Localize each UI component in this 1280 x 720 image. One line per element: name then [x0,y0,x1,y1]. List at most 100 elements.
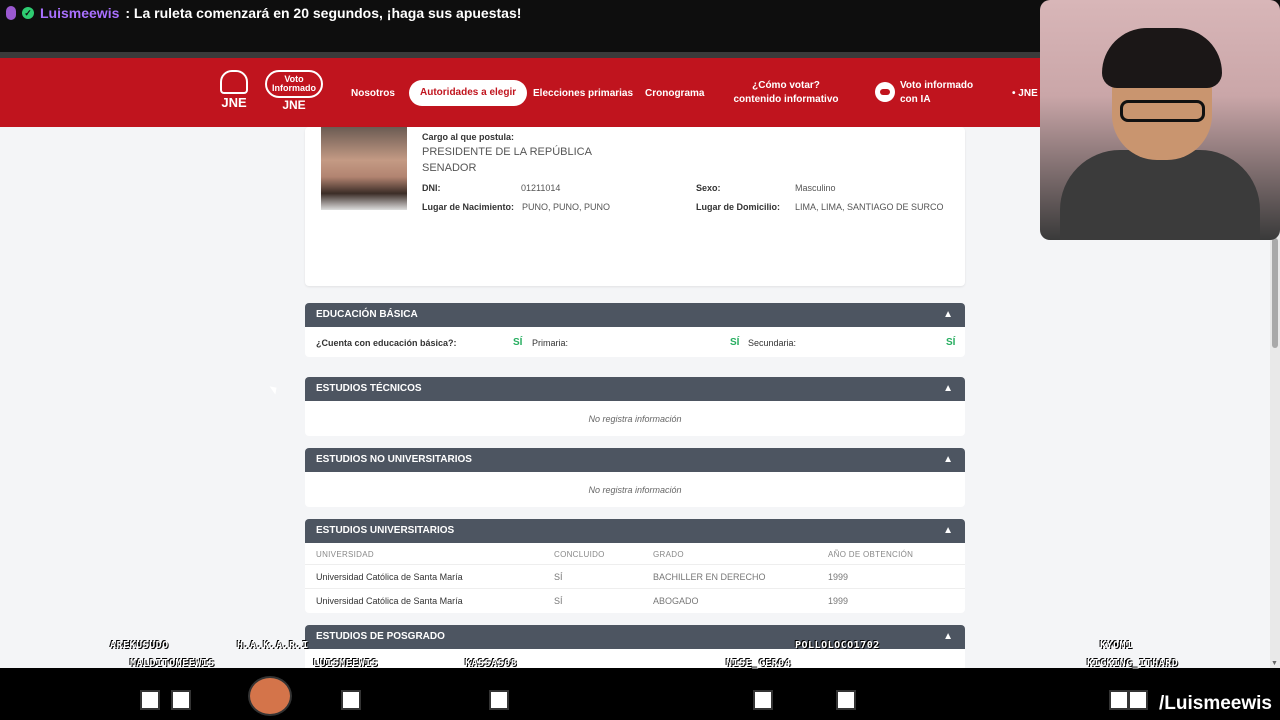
table-cell-universidad: Universidad Católica de Santa María [316,596,463,606]
viewer-avatar [248,676,292,716]
scroll-down-icon[interactable]: ▼ [1271,660,1278,667]
section-estudios-no-universitarios-body: No registra información [305,472,965,507]
table-divider [305,588,965,589]
table-cell-grado: ABOGADO [653,596,699,606]
sexo-label: Sexo: [696,183,721,193]
streamer-webcam [1040,0,1280,240]
table-cell-grado: BACHILLER EN DERECHO [653,572,766,582]
section-estudios-tecnicos-body: No registra información [305,401,965,436]
jne-logo[interactable]: JNE [211,70,257,116]
voto-informado-bubble: Voto Informado [265,70,323,98]
cargo-value-1: PRESIDENTE DE LA REPÚBLICA [422,146,592,158]
chevron-up-icon[interactable]: ▲ [943,625,953,649]
chevron-up-icon[interactable]: ▲ [943,303,953,327]
chevron-up-icon[interactable]: ▲ [943,377,953,401]
mic-icon [6,6,16,20]
nav-nosotros[interactable]: Nosotros [351,87,395,101]
viewer-avatar [1109,690,1129,710]
chat-text: : La ruleta comenzará en 20 segundos, ¡h… [125,5,522,21]
viewer-avatar [171,690,191,710]
dni-label: DNI: [422,183,441,193]
basica-question: ¿Cuenta con educación básica?: [316,338,457,348]
viewer-avatar [140,690,160,710]
cargo-label: Cargo al que postula: [422,132,515,142]
viewer-name: MALDITOMEEWIS [130,658,215,669]
secundaria-label: Secundaria: [748,338,797,348]
logo2-bottom-text: JNE [282,98,306,112]
section-estudios-universitarios-body: UNIVERSIDAD CONCLUIDO GRADO AÑO DE OBTEN… [305,543,965,613]
viewer-name: AREKUSUDO [110,640,169,651]
nav-jne[interactable]: • JNE [1012,87,1038,101]
table-cell-concluido: SÍ [554,596,563,606]
section-estudios-posgrado-body [305,649,965,668]
primaria-label: Primaria: [532,338,569,348]
viewer-name: POLLOLOCO1702 [795,640,880,651]
nav-voto-informado-ia[interactable]: Voto informado con IA [900,79,988,107]
viewer-name: KYOM1 [1100,640,1133,651]
viewer-overlay-bar [0,668,1280,720]
section-estudios-universitarios-header[interactable]: ESTUDIOS UNIVERSITARIOS ▲ [305,519,965,543]
table-divider [305,564,965,565]
domicilio-label: Lugar de Domicilio: [696,202,781,212]
viewer-avatar [1128,690,1148,710]
nacimiento-label: Lugar de Nacimiento: [422,202,515,212]
table-cell-concluido: SÍ [554,572,563,582]
viewer-name: NISE_CER04 [726,658,792,669]
domicilio-value: LIMA, LIMA, SANTIAGO DE SURCO [795,202,944,212]
voto-informado-logo[interactable]: Voto Informado JNE [265,70,323,116]
section-educacion-basica-body: ¿Cuenta con educación básica?: SÍ Primar… [305,327,965,357]
section-estudios-tecnicos-header[interactable]: ESTUDIOS TÉCNICOS ▲ [305,377,965,401]
sexo-value: Masculino [795,183,836,193]
nacimiento-value: PUNO, PUNO, PUNO [522,202,611,212]
section-title: EDUCACIÓN BÁSICA [316,309,418,320]
mouse-cursor-icon [269,383,280,395]
viewer-avatar [489,690,509,710]
streamer-handle: /Luismeewis [1159,693,1272,714]
robot-icon [875,82,895,102]
viewer-avatar [836,690,856,710]
basica-answer: SÍ [513,337,523,348]
webcam-shirt [1060,150,1260,240]
nav-autoridades-a-elegir[interactable]: Autoridades a elegir [409,80,528,106]
table-cell-anio: 1999 [828,596,849,606]
section-title: ESTUDIOS NO UNIVERSITARIOS [316,454,472,465]
chat-message-row: ✓ Luismeewis : La ruleta comenzará en 20… [6,5,521,21]
nav-elecciones-primarias[interactable]: Elecciones primarias [533,87,633,101]
chat-username: Luismeewis [40,5,120,21]
section-title: ESTUDIOS DE POSGRADO [316,631,445,642]
table-header-universidad: UNIVERSIDAD [316,550,374,559]
check-icon: ✓ [22,7,34,19]
viewer-name: LUISMEEWIS [313,658,379,669]
cargo-value-2: SENADOR [422,162,477,174]
jne-logo-text: JNE [221,95,247,110]
table-cell-anio: 1999 [828,572,849,582]
webcam-glasses [1120,100,1205,122]
webcam-hair [1102,28,1222,88]
viewer-avatar [753,690,773,710]
candidate-photo [321,127,407,210]
no-record-text: No registra información [588,485,682,495]
section-educacion-basica-header[interactable]: EDUCACIÓN BÁSICA ▲ [305,303,965,327]
primaria-answer: SÍ [730,337,740,348]
table-cell-universidad: Universidad Católica de Santa María [316,572,463,582]
chevron-up-icon[interactable]: ▲ [943,519,953,543]
candidate-profile-card: Cargo al que postula: PRESIDENTE DE LA R… [305,127,965,286]
table-header-anio: AÑO DE OBTENCIÓN [828,550,914,559]
dni-value: 01211014 [521,183,561,193]
section-title: ESTUDIOS UNIVERSITARIOS [316,525,455,536]
scrollbar-thumb[interactable] [1272,238,1278,348]
table-header-concluido: CONCLUIDO [554,550,605,559]
chevron-up-icon[interactable]: ▲ [943,448,953,472]
viewer-avatar [341,690,361,710]
table-header-grado: GRADO [653,550,684,559]
viewer-name: KICKING_ITHARD [1087,658,1179,669]
nav-cronograma[interactable]: Cronograma [645,87,704,101]
logo2-mid-text: Informado [272,83,316,93]
no-record-text: No registra información [588,414,682,424]
secundaria-answer: SÍ [946,337,956,348]
nav-como-votar[interactable]: ¿Cómo votar? contenido informativo [730,79,842,107]
viewer-name: KASSAS08 [465,658,518,669]
viewer-name: H.A.K.A.R.I [237,640,309,651]
section-estudios-no-universitarios-header[interactable]: ESTUDIOS NO UNIVERSITARIOS ▲ [305,448,965,472]
section-title: ESTUDIOS TÉCNICOS [316,383,422,394]
